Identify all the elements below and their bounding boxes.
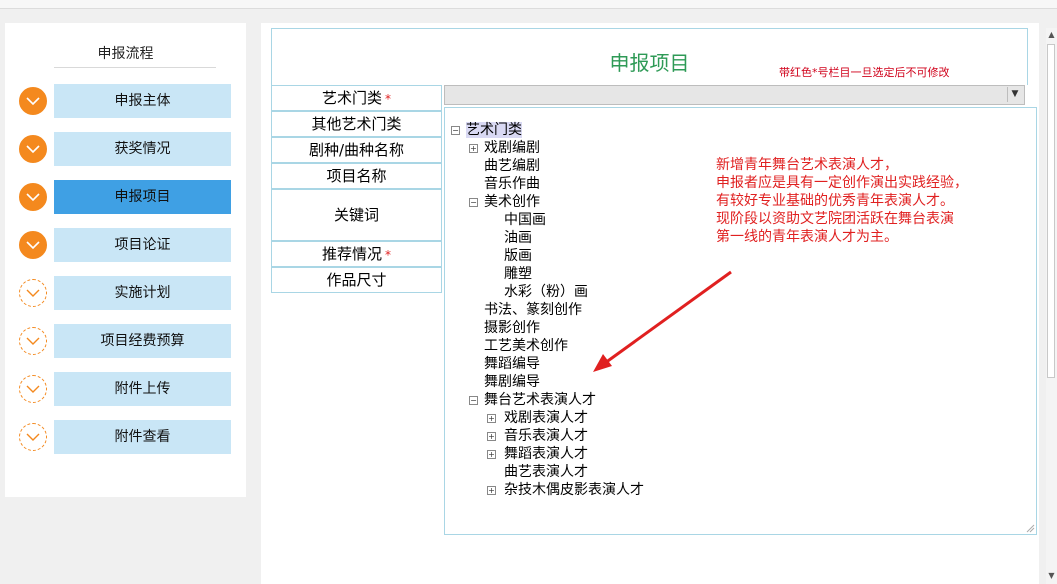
- art-category-tree-dropdown: − 艺术门类 + 戏剧编剧 曲艺编剧 音乐作曲 − 美术创作 中国画 油画 版画 雕塑…: [444, 107, 1037, 535]
- step-pending-icon: [19, 423, 47, 451]
- step-project[interactable]: 申报项目: [5, 180, 246, 214]
- required-mark: *: [385, 92, 391, 106]
- window-top-bar: [0, 0, 1057, 9]
- step-button[interactable]: 申报主体: [54, 84, 231, 118]
- sidebar-title: 申报流程: [97, 46, 154, 62]
- process-sidebar: 申报流程 申报主体 获奖情况 申报项目 项目论证 实施计划 项目经费预算 附件上…: [5, 23, 246, 497]
- required-mark: *: [385, 248, 391, 262]
- scrollbar-thumb[interactable]: [1047, 44, 1055, 378]
- step-check-icon: [19, 183, 47, 211]
- page-scrollbar[interactable]: ▲ ▼: [1046, 28, 1057, 584]
- field-label-work-size: 作品尺寸: [271, 267, 442, 293]
- step-button[interactable]: 附件上传: [54, 372, 231, 406]
- step-button[interactable]: 实施计划: [54, 276, 231, 310]
- step-pending-icon: [19, 279, 47, 307]
- resize-grip-icon[interactable]: [1025, 523, 1035, 533]
- step-upload[interactable]: 附件上传: [5, 372, 246, 406]
- step-button[interactable]: 项目论证: [54, 228, 231, 262]
- field-label-keywords: 关键词: [271, 189, 442, 241]
- main-panel: 申报项目 带红色*号栏目一旦选定后不可修改 艺术门类 * 其他艺术门类 剧种/曲种…: [261, 23, 1039, 584]
- sidebar-divider: [54, 67, 216, 68]
- scroll-down-icon[interactable]: ▼: [1046, 571, 1057, 581]
- step-applicant[interactable]: 申报主体: [5, 84, 246, 118]
- scroll-up-icon[interactable]: ▲: [1046, 30, 1057, 40]
- step-check-icon: [19, 135, 47, 163]
- step-button-active[interactable]: 申报项目: [54, 180, 231, 214]
- chevron-down-icon[interactable]: ▼: [1007, 87, 1022, 102]
- form-header: 申报项目 带红色*号栏目一旦选定后不可修改: [271, 28, 1028, 85]
- step-pending-icon: [19, 327, 47, 355]
- step-awards[interactable]: 获奖情况: [5, 132, 246, 166]
- step-view-attachments[interactable]: 附件查看: [5, 420, 246, 454]
- step-button[interactable]: 项目经费预算: [54, 324, 231, 358]
- art-category-select[interactable]: ▼: [444, 85, 1025, 105]
- form-note: 带红色*号栏目一旦选定后不可修改: [779, 66, 950, 79]
- field-label-other-category: 其他艺术门类: [271, 111, 442, 137]
- field-label-recommendation: 推荐情况 *: [271, 241, 442, 267]
- field-label-art-category: 艺术门类 *: [271, 85, 442, 111]
- step-argument[interactable]: 项目论证: [5, 228, 246, 262]
- step-pending-icon: [19, 375, 47, 403]
- step-check-icon: [19, 231, 47, 259]
- annotation-arrow: [593, 270, 732, 372]
- step-button[interactable]: 获奖情况: [54, 132, 231, 166]
- step-plan[interactable]: 实施计划: [5, 276, 246, 310]
- field-label-genre-name: 剧种/曲种名称: [271, 137, 442, 163]
- field-label-project-name: 项目名称: [271, 163, 442, 189]
- step-budget[interactable]: 项目经费预算: [5, 324, 246, 358]
- step-check-icon: [19, 87, 47, 115]
- step-button[interactable]: 附件查看: [54, 420, 231, 454]
